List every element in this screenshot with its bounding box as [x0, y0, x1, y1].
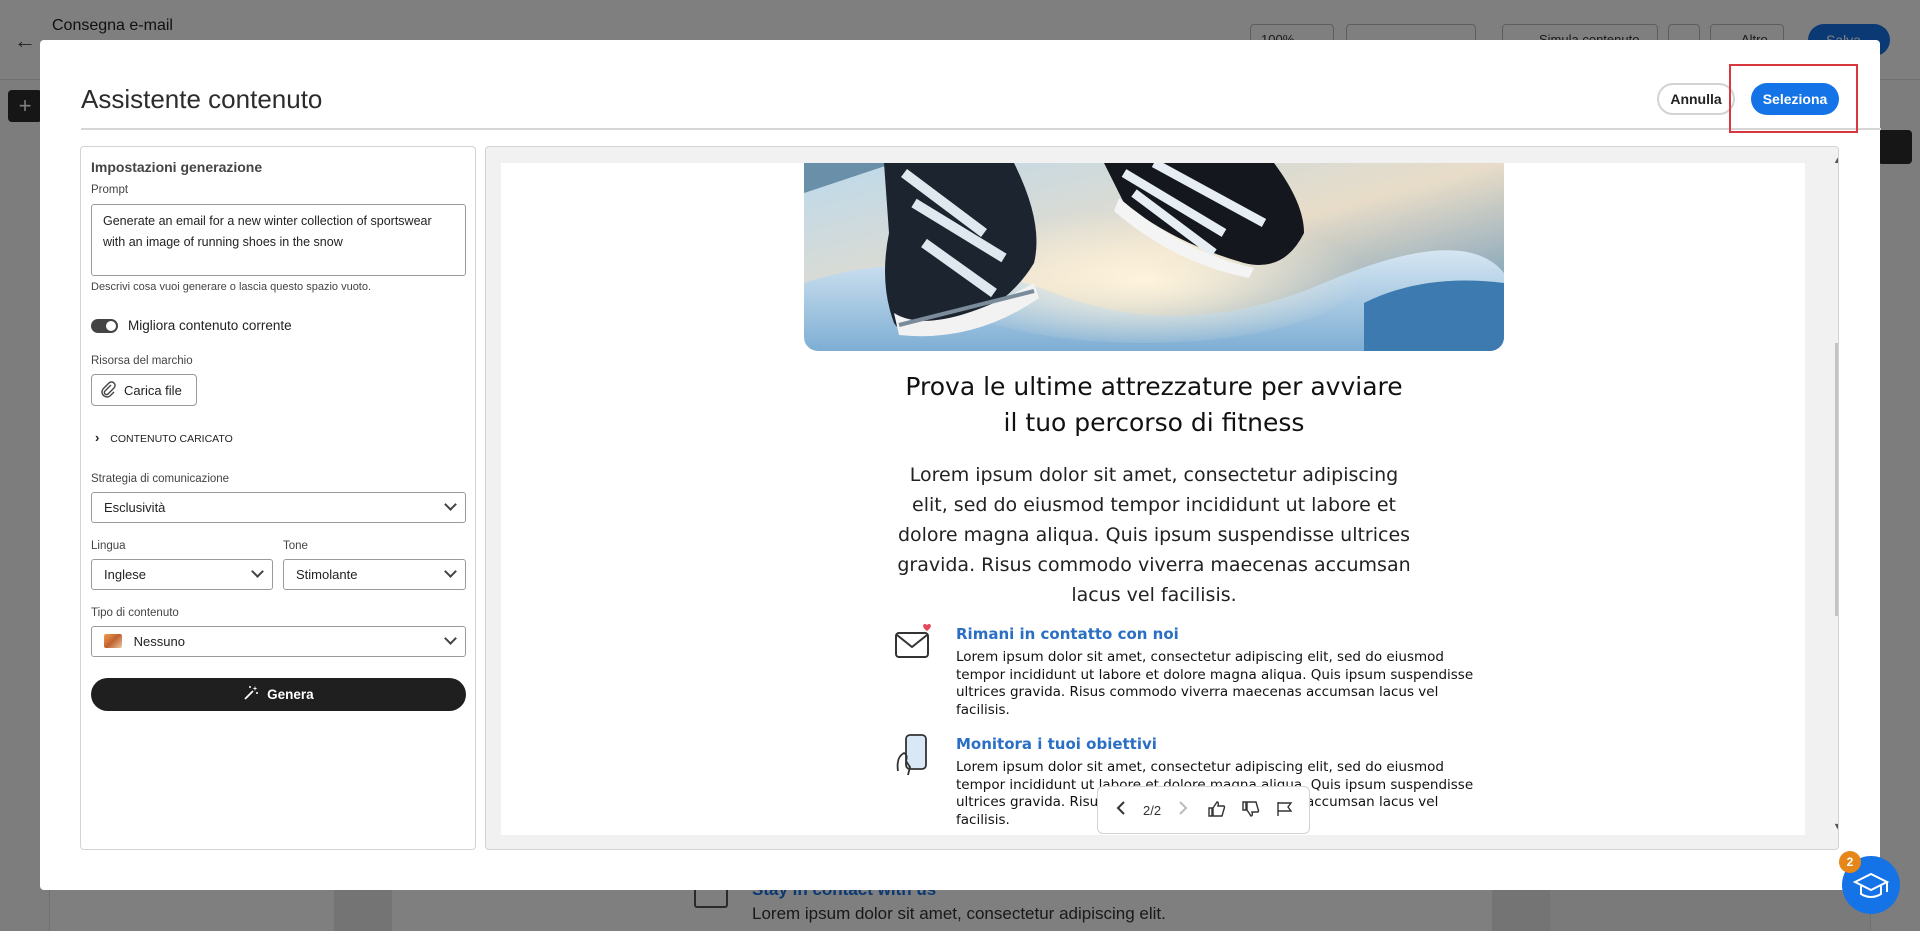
help-notification-badge: 2: [1839, 851, 1861, 873]
chevron-down-icon: [444, 632, 457, 645]
upload-file-button[interactable]: Carica file: [91, 374, 197, 406]
variant-feedback-bar: 2/2: [1097, 786, 1310, 834]
generation-settings-panel: Impostazioni generazione Prompt Generate…: [80, 146, 476, 850]
improve-content-toggle[interactable]: [91, 319, 118, 333]
strategy-picker[interactable]: Esclusività: [91, 492, 466, 523]
prompt-help-text: Descrivi cosa vuoi generare o lascia que…: [91, 281, 372, 293]
tone-label: Tone: [283, 540, 308, 552]
prompt-textarea[interactable]: Generate an email for a new winter colle…: [91, 204, 466, 276]
content-type-label: Tipo di contenuto: [91, 607, 179, 619]
email-headline: Prova le ultime attrezzature per avviare…: [905, 372, 1403, 437]
feature-title: Rimani in contatto con noi: [956, 625, 1179, 643]
improve-content-label: Migliora contenuto corrente: [128, 318, 292, 333]
uploaded-content-accordion[interactable]: › CONTENUTO CARICATO: [95, 430, 233, 445]
modal-title: Assistente contenuto: [81, 84, 323, 114]
chevron-left-icon[interactable]: [1116, 801, 1126, 820]
content-assistant-modal: Assistente contenuto Annulla Seleziona I…: [40, 40, 1881, 890]
feature-text: Lorem ipsum dolor sit amet, consectetur …: [956, 649, 1474, 718]
graduation-cap-icon: [1842, 872, 1900, 918]
strategy-label: Strategia di comunicazione: [91, 473, 230, 485]
mail-heart-icon: [894, 623, 934, 663]
settings-heading: Impostazioni generazione: [91, 159, 263, 175]
uploaded-content-label: CONTENUTO CARICATO: [110, 433, 233, 445]
brand-asset-label: Risorsa del marchio: [91, 355, 193, 367]
tone-picker[interactable]: Stimolante: [283, 559, 466, 590]
scroll-up-icon[interactable]: ▲: [1833, 155, 1838, 165]
chevron-right-icon[interactable]: [1178, 801, 1188, 820]
select-highlight-box: [1729, 64, 1858, 133]
prompt-label: Prompt: [91, 184, 129, 196]
email-body-text: Lorem ipsum dolor sit amet, consectetur …: [897, 464, 1411, 606]
variant-pager-count: 2/2: [1143, 803, 1162, 818]
language-picker[interactable]: Inglese: [91, 559, 273, 590]
chevron-right-icon: ›: [95, 430, 100, 445]
hero-image-running-shoes: [804, 163, 1504, 351]
scrollbar-thumb[interactable]: [1835, 343, 1838, 616]
tone-value: Stimolante: [296, 567, 358, 582]
scroll-down-icon[interactable]: ▼: [1833, 821, 1838, 831]
email-preview-canvas[interactable]: Prova le ultime attrezzature per avviare…: [501, 163, 1805, 835]
chevron-down-icon: [444, 498, 457, 511]
generate-label: Genera: [267, 687, 314, 702]
content-type-value: Nessuno: [133, 634, 185, 649]
thumbs-up-icon[interactable]: [1208, 801, 1226, 822]
modal-divider: [81, 128, 1881, 130]
hand-phone-icon: [894, 733, 934, 776]
feature-title: Monitora i tuoi obiettivi: [956, 735, 1157, 753]
flag-icon[interactable]: [1276, 801, 1294, 822]
language-value: Inglese: [104, 567, 146, 582]
cancel-button[interactable]: Annulla: [1657, 83, 1735, 115]
content-type-picker[interactable]: Nessuno: [91, 626, 466, 657]
language-label: Lingua: [91, 540, 126, 552]
magic-wand-icon: [243, 686, 267, 702]
chevron-down-icon: [251, 565, 264, 578]
image-thumbnail-icon: [104, 634, 122, 648]
thumbs-down-icon[interactable]: [1242, 801, 1260, 822]
email-preview-panel: Prova le ultime attrezzature per avviare…: [485, 146, 1839, 850]
paperclip-icon: [100, 381, 116, 404]
chevron-down-icon: [444, 565, 457, 578]
upload-file-label: Carica file: [124, 383, 182, 398]
generate-button[interactable]: Genera: [91, 678, 466, 711]
strategy-value: Esclusività: [104, 500, 166, 515]
